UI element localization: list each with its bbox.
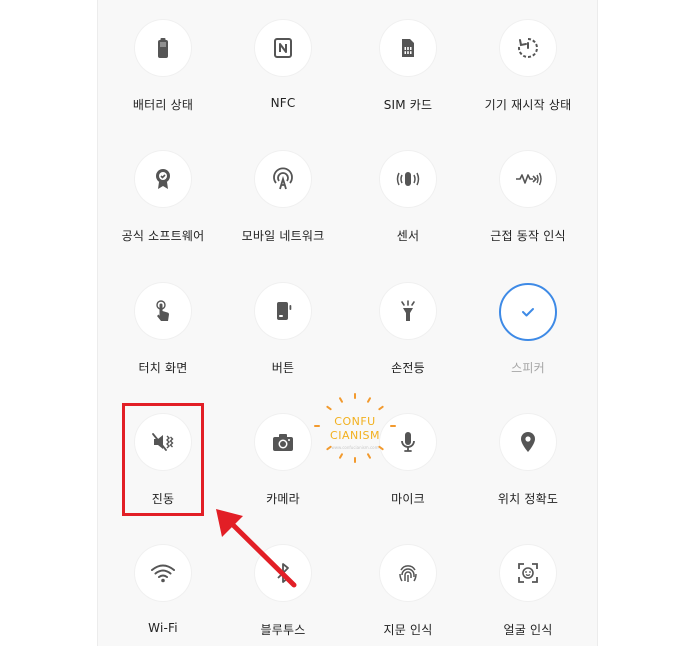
sensor-vibrate-icon [380, 151, 436, 207]
tile-location-accuracy[interactable]: 위치 정확도 [466, 414, 590, 507]
antenna-icon [255, 151, 311, 207]
tile-speaker[interactable]: 스피커 [466, 283, 590, 376]
tile-label: 얼굴 인식 [503, 623, 553, 637]
tile-label: 공식 소프트웨어 [121, 229, 205, 243]
tile-label: 위치 정확도 [497, 492, 559, 506]
watermark-text: CONFU [334, 415, 376, 428]
highlight-box [122, 403, 204, 516]
tile-battery-status[interactable]: 배터리 상태 [101, 20, 225, 113]
tile-sim-card[interactable]: SIM 카드 [346, 20, 470, 113]
watermark-text: CIANISM [330, 429, 380, 442]
tile-official-software[interactable]: 공식 소프트웨어 [101, 151, 225, 244]
watermark: CONFU CIANISM www.confucianism.com [310, 393, 400, 465]
tile-label: 모바일 네트워크 [241, 229, 325, 243]
tile-sensor[interactable]: 센서 [346, 151, 470, 244]
battery-icon [135, 20, 191, 76]
tile-label: 손전등 [391, 361, 425, 375]
tile-nfc[interactable]: NFC [221, 20, 345, 110]
tile-label: 블루투스 [260, 623, 306, 637]
tile-label: 스피커 [511, 361, 545, 375]
face-scan-icon [500, 545, 556, 601]
tile-restart-status[interactable]: 기기 재시작 상태 [466, 20, 590, 113]
checkmark-icon [499, 283, 557, 341]
watermark-url: www.confucianism.com [331, 445, 379, 450]
tile-label: NFC [270, 96, 296, 110]
tile-proximity-motion[interactable]: 근접 동작 인식 [466, 151, 590, 244]
side-button-icon [255, 283, 311, 339]
tile-label: 버튼 [271, 361, 295, 375]
proximity-wave-icon [500, 151, 556, 207]
tile-label: SIM 카드 [383, 98, 433, 112]
touch-hand-icon [135, 283, 191, 339]
sim-card-icon [380, 20, 436, 76]
nfc-icon [255, 20, 311, 76]
tile-label: 지문 인식 [383, 623, 433, 637]
tile-label: 터치 화면 [138, 361, 188, 375]
tile-label: 배터리 상태 [132, 98, 194, 112]
tile-label: 센서 [396, 229, 420, 243]
tile-wifi[interactable]: Wi-Fi [101, 545, 225, 635]
tile-touch-screen[interactable]: 터치 화면 [101, 283, 225, 376]
tile-label: 기기 재시작 상태 [484, 98, 572, 112]
tile-label: 근접 동작 인식 [490, 229, 566, 243]
tile-label: 마이크 [391, 492, 425, 506]
tile-flashlight[interactable]: 손전등 [346, 283, 470, 376]
restart-timer-icon [500, 20, 556, 76]
tile-face-recognition[interactable]: 얼굴 인식 [466, 545, 590, 638]
red-arrow-icon [216, 509, 297, 588]
fingerprint-icon [380, 545, 436, 601]
flashlight-icon [380, 283, 436, 339]
camera-icon [255, 414, 311, 470]
tile-label: Wi-Fi [148, 621, 178, 635]
tile-buttons[interactable]: 버튼 [221, 283, 345, 376]
location-pin-icon [500, 414, 556, 470]
certified-badge-icon [135, 151, 191, 207]
tile-mobile-network[interactable]: 모바일 네트워크 [221, 151, 345, 244]
tile-fingerprint[interactable]: 지문 인식 [346, 545, 470, 638]
wifi-icon [135, 545, 191, 601]
